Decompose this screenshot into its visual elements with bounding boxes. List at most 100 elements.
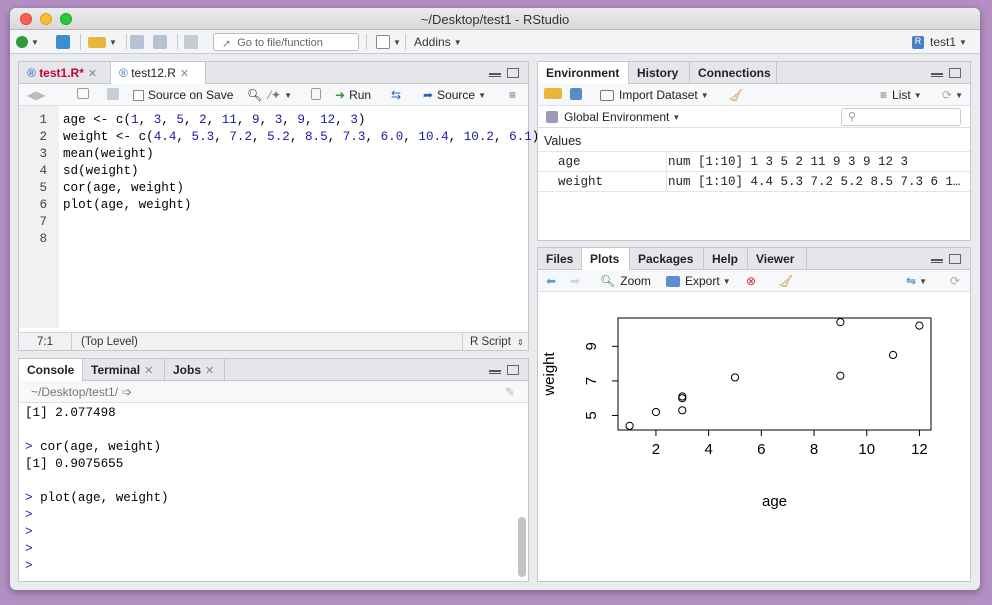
x-tick-label: 10 [858,441,875,458]
magic-wand-icon[interactable]: ⁄✦ ▼ [269,88,292,102]
code-line: weight <- c(4.4, 5.3, 7.2, 5.2, 8.5, 7.3… [63,130,540,144]
maximize-pane-icon[interactable] [507,365,519,375]
tab-plots[interactable]: Plots [582,248,630,271]
tab-help[interactable]: Help [704,248,748,270]
close-tab-icon[interactable]: ✕ [205,365,214,377]
back-icon[interactable]: ◀▶ [27,88,45,102]
console-pathbar: ~/Desktop/test1/ ➩ ✎ [19,381,528,403]
run-button[interactable]: ➜ Run [335,88,371,102]
r-project-icon: R [912,35,924,49]
broom-icon[interactable]: 🧹︎ [728,88,743,102]
list-view-menu[interactable]: ≡ List ▼ [880,88,922,102]
console-line: > [25,542,33,556]
environment-search-input[interactable]: ⚲ [841,108,961,126]
open-file-button[interactable]: ▼ [88,34,117,50]
console-line: > [25,559,33,573]
minimize-pane-icon[interactable] [931,73,943,77]
maximize-pane-icon[interactable] [949,254,961,264]
scope-selector[interactable]: (Top Level) [81,336,138,348]
clear-console-icon[interactable]: ✎ [505,385,515,399]
goto-dir-icon: ➩ [122,385,133,399]
refresh-icon[interactable]: ⟳ ▼ [942,88,963,102]
layout-grid-icon[interactable]: ▼ [376,34,401,50]
goto-arrow-icon: ➚ [222,37,232,50]
close-tab-icon[interactable]: ✕ [88,68,97,80]
x-axis-label: age [762,493,787,510]
console-output[interactable]: [1] 2.077498 > cor(age, weight) [1] 0.9075… [25,405,169,575]
tab-files[interactable]: Files [538,248,582,270]
new-file-button[interactable]: ▼ [16,34,39,50]
tab-packages[interactable]: Packages [630,248,704,270]
code-line: plot(age, weight) [63,198,192,212]
env-row-weight[interactable]: weight num [1:10] 4.4 5.3 7.2 5.2 8.5 7.… [538,172,970,192]
export-menu[interactable]: Export ▼ [666,274,731,288]
previous-plot-icon[interactable]: ⬅ [546,274,556,288]
source-pane: ® test1.R* ✕ ® test12.R ✕ ◀▶ Source on Sav… [18,61,539,351]
maximize-pane-icon[interactable] [507,68,519,78]
source-button[interactable]: ➦ Source ▼ [423,88,486,102]
tab-test1-r[interactable]: ® test1.R* ✕ [19,62,111,84]
document-outline-icon[interactable] [311,88,321,100]
file-type-selector[interactable]: R Script ⇕ [470,336,524,348]
project-menu[interactable]: Rtest1 ▼ [912,34,967,50]
addins-menu[interactable]: Addins ▼ [414,34,462,50]
next-plot-icon[interactable]: ➡ [570,274,580,288]
environment-pane: Environment History Connections Import D… [537,61,971,241]
minimize-pane-icon[interactable] [489,73,501,77]
menu-lines-icon[interactable]: ≡ [509,88,516,102]
y-axis-label: weight [541,351,558,396]
zoom-icon: 🔍︎ [600,274,616,288]
cursor-position: 7:1 [37,336,53,348]
tab-connections[interactable]: Connections [690,62,777,84]
minimize-pane-icon[interactable] [931,259,943,263]
env-row-age[interactable]: age num [1:10] 1 3 5 2 11 9 3 9 12 3 [538,152,970,172]
code-editor[interactable]: age <- c(1, 3, 5, 2, 11, 9, 3, 9, 12, 3)… [63,112,539,248]
tab-viewer[interactable]: Viewer [748,248,807,270]
goto-file-input[interactable]: ➚ Go to file/function [213,33,359,51]
rerun-icon[interactable]: ⇆ [391,88,401,102]
x-tick-label: 4 [704,441,712,458]
tab-terminal[interactable]: Terminal ✕ [83,359,165,381]
save-file-icon[interactable] [107,88,119,100]
line-number: 4 [39,164,47,178]
tab-environment[interactable]: Environment [538,62,629,85]
source-on-save-checkbox[interactable]: Source on Save [133,88,233,102]
clear-plots-broom-icon[interactable]: 🧹︎ [778,274,793,288]
save-workspace-icon[interactable] [570,88,582,100]
load-workspace-icon[interactable] [544,88,562,99]
tab-jobs[interactable]: Jobs ✕ [165,359,225,381]
search-icon[interactable]: 🔍︎ [247,88,262,102]
x-tick-label: 2 [652,441,660,458]
console-scrollbar[interactable] [518,517,526,577]
tab-history[interactable]: History [629,62,690,84]
refresh-plot-icon[interactable]: ⟳ [950,274,960,288]
save-icon[interactable] [130,34,144,50]
global-environment-menu[interactable]: Global Environment ▼ [546,110,680,124]
x-tick-label: 8 [810,441,818,458]
tab-test12-r[interactable]: ® test12.R ✕ [111,62,206,85]
line-number: 1 [39,113,47,127]
maximize-pane-icon[interactable] [949,68,961,78]
list-icon: ≡ [880,88,888,102]
minimize-pane-icon[interactable] [489,370,501,374]
close-tab-icon[interactable]: ✕ [144,365,153,377]
data-point [651,407,661,417]
tab-console[interactable]: Console [19,359,83,382]
save-all-icon[interactable] [153,34,167,50]
remove-plot-icon[interactable]: ⊗ [746,274,756,288]
line-number: 8 [39,232,47,246]
search-icon: ⚲ [848,111,857,123]
close-tab-icon[interactable]: ✕ [180,68,189,80]
zoom-button[interactable]: 🔍︎ Zoom [600,274,651,288]
new-project-button[interactable] [56,34,70,50]
import-dataset-button[interactable]: Import Dataset ▼ [600,88,709,102]
print-icon[interactable] [184,34,198,50]
console-path[interactable]: ~/Desktop/test1/ ➩ [31,385,132,399]
window-title: ~/Desktop/test1 - RStudio [420,12,570,27]
r-file-icon: ® [119,66,128,80]
show-in-window-icon[interactable] [77,88,89,99]
publish-icon[interactable]: ⇋ ▼ [906,274,927,288]
title-bar: ~/Desktop/test1 - RStudio [10,8,980,30]
plots-pane: Files Plots Packages Help Viewer ⬅ ➡ 🔍︎ Z… [537,247,971,582]
